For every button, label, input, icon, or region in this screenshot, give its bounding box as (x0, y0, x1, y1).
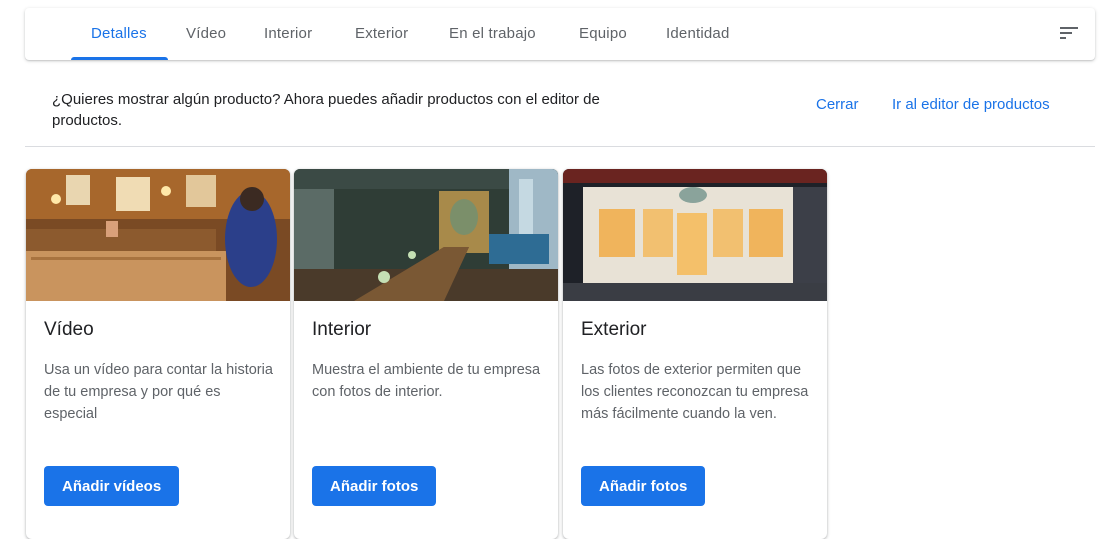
tab-equipo[interactable]: Equipo (579, 8, 627, 60)
exterior-card-image (563, 169, 827, 301)
interior-card-image (294, 169, 558, 301)
add-exterior-photos-button[interactable]: Añadir fotos (581, 466, 706, 506)
tab-interior[interactable]: Interior (264, 8, 312, 60)
exterior-card: Exterior Las fotos de exterior permiten … (563, 169, 827, 539)
card-description: Usa un vídeo para contar la historia de … (44, 362, 273, 422)
divider (25, 146, 1095, 147)
close-banner-link[interactable]: Cerrar (816, 96, 859, 113)
video-card: Vídeo Usa un vídeo para contar la histor… (26, 169, 290, 539)
interior-card: Interior Muestra el ambiente de tu empre… (294, 169, 558, 539)
tab-detalles[interactable]: Detalles (91, 8, 147, 60)
tab-exterior[interactable]: Exterior (355, 8, 408, 60)
tab-en-el-trabajo[interactable]: En el trabajo (449, 8, 536, 60)
card-title: Interior (312, 319, 372, 340)
tab-video[interactable]: Vídeo (186, 8, 226, 60)
card-title: Exterior (581, 319, 647, 340)
video-card-image (26, 169, 290, 301)
sort-icon[interactable] (1059, 25, 1079, 41)
card-description: Muestra el ambiente de tu empresa con fo… (312, 362, 541, 400)
add-videos-button[interactable]: Añadir vídeos (44, 466, 180, 506)
product-editor-link[interactable]: Ir al editor de productos (892, 96, 1050, 113)
active-tab-indicator (71, 57, 168, 60)
tab-bar: Detalles Vídeo Interior Exterior En el t… (25, 8, 1095, 60)
products-banner-message: ¿Quieres mostrar algún producto? Ahora p… (52, 91, 600, 129)
tab-identidad[interactable]: Identidad (666, 8, 730, 60)
card-description: Las fotos de exterior permiten que los c… (581, 362, 809, 422)
card-title: Vídeo (44, 319, 94, 340)
add-interior-photos-button[interactable]: Añadir fotos (312, 466, 437, 506)
